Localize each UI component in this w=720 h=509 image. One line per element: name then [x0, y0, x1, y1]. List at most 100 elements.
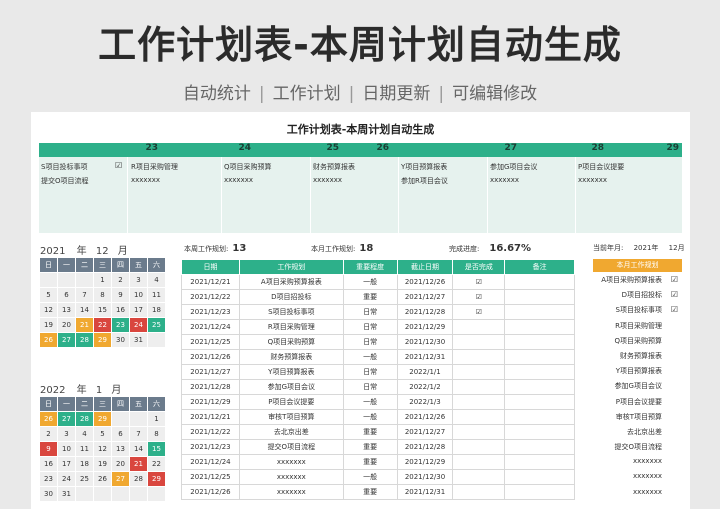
checkbox-icon[interactable]: ☑	[452, 304, 506, 320]
col-header-plan: 工作规划	[238, 259, 344, 275]
task-table: 日期 工作规划 重要程度 截止日期 是否完成 备注 2021/12/21 A项目采…	[181, 259, 575, 500]
cell-done[interactable]	[452, 484, 506, 500]
checkbox-icon[interactable]: ☑	[671, 275, 678, 284]
calendar-day[interactable]: 15	[148, 442, 165, 456]
checkbox-icon[interactable]: ☑	[671, 305, 678, 314]
calendar-day[interactable]: 15	[94, 303, 111, 317]
calendar-day[interactable]: 5	[40, 288, 57, 302]
calendar-day[interactable]: 18	[76, 457, 93, 471]
cell-done[interactable]	[452, 469, 506, 485]
calendar-day[interactable]: 20	[112, 457, 129, 471]
calendar-day[interactable]: 30	[112, 333, 129, 347]
calendar-day[interactable]: 1	[148, 412, 165, 426]
calendar-day[interactable]: 2	[112, 273, 129, 287]
cell-done[interactable]	[452, 454, 506, 470]
calendar-day[interactable]: 2	[40, 427, 57, 441]
calendar-day[interactable]: 26	[94, 472, 111, 486]
cell-done[interactable]	[452, 379, 506, 395]
calendar-day[interactable]	[148, 333, 165, 347]
calendar-day[interactable]: 29	[148, 472, 165, 486]
calendar-day[interactable]: 10	[130, 288, 147, 302]
calendar-day[interactable]: 29	[94, 412, 111, 426]
calendar-day[interactable]: 6	[58, 288, 75, 302]
calendar-day[interactable]: 8	[148, 427, 165, 441]
cell-deadline: 2022/1/1	[396, 364, 454, 380]
calendar-day[interactable]: 16	[40, 457, 57, 471]
calendar-day[interactable]: 7	[130, 427, 147, 441]
calendar-day[interactable]: 14	[130, 442, 147, 456]
cell-done[interactable]	[452, 394, 506, 410]
calendar-day[interactable]: 13	[58, 303, 75, 317]
calendar-day[interactable]: 3	[130, 273, 147, 287]
calendar-day[interactable]: 29	[94, 333, 111, 347]
calendar-day[interactable]: 18	[148, 303, 165, 317]
checkbox-icon[interactable]: ☑	[671, 290, 678, 299]
calendar-day[interactable]: 16	[112, 303, 129, 317]
cell-done[interactable]	[452, 409, 506, 425]
cell-done[interactable]	[452, 364, 506, 380]
checkbox-icon[interactable]: ☑	[452, 289, 506, 305]
calendar-day[interactable]	[112, 487, 129, 501]
calendar-day[interactable]: 28	[76, 412, 93, 426]
calendar-day[interactable]: 12	[40, 303, 57, 317]
calendar-day[interactable]: 1	[94, 273, 111, 287]
calendar-day[interactable]: 10	[58, 442, 75, 456]
calendar-day[interactable]: 12	[94, 442, 111, 456]
calendar-day[interactable]: 24	[130, 318, 147, 332]
calendar-day[interactable]	[130, 412, 147, 426]
calendar-day[interactable]	[40, 273, 57, 287]
calendar-day[interactable]: 27	[112, 472, 129, 486]
calendar-day[interactable]: 22	[94, 318, 111, 332]
calendar-day[interactable]: 11	[148, 288, 165, 302]
calendar-day[interactable]: 6	[112, 427, 129, 441]
calendar-day[interactable]: 21	[76, 318, 93, 332]
calendar-day[interactable]: 25	[76, 472, 93, 486]
calendar-day[interactable]: 27	[58, 412, 75, 426]
calendar-day[interactable]: 7	[76, 288, 93, 302]
calendar-day[interactable]: 23	[40, 472, 57, 486]
calendar-day[interactable]	[94, 487, 111, 501]
calendar-day[interactable]: 28	[76, 333, 93, 347]
calendar-day[interactable]: 4	[148, 273, 165, 287]
calendar-day[interactable]	[76, 487, 93, 501]
calendar-day[interactable]	[130, 487, 147, 501]
calendar-day[interactable]: 26	[40, 412, 57, 426]
calendar-day[interactable]: 9	[112, 288, 129, 302]
calendar-day[interactable]: 31	[130, 333, 147, 347]
calendar-day[interactable]: 31	[58, 487, 75, 501]
cell-done[interactable]	[452, 319, 506, 335]
calendar-day[interactable]: 11	[76, 442, 93, 456]
calendar-day[interactable]: 21	[130, 457, 147, 471]
calendar-day[interactable]: 30	[40, 487, 57, 501]
calendar-day[interactable]: 26	[40, 333, 57, 347]
calendar-day[interactable]	[148, 487, 165, 501]
cell-done[interactable]	[452, 424, 506, 440]
calendar-day[interactable]: 25	[148, 318, 165, 332]
calendar-day[interactable]	[76, 273, 93, 287]
calendar-day[interactable]: 22	[148, 457, 165, 471]
calendar-day[interactable]: 17	[58, 457, 75, 471]
calendar-day[interactable]: 3	[58, 427, 75, 441]
calendar-day[interactable]: 14	[76, 303, 93, 317]
calendar-day[interactable]	[58, 273, 75, 287]
week-item: xxxxxxx	[224, 176, 253, 184]
calendar-day[interactable]: 28	[130, 472, 147, 486]
calendar-day[interactable]: 8	[94, 288, 111, 302]
checkbox-icon[interactable]: ☑	[452, 274, 506, 290]
calendar-day[interactable]: 9	[40, 442, 57, 456]
calendar-day[interactable]: 5	[94, 427, 111, 441]
calendar-day[interactable]: 19	[40, 318, 57, 332]
calendar-day[interactable]: 23	[112, 318, 129, 332]
calendar-day[interactable]: 17	[130, 303, 147, 317]
cell-done[interactable]	[452, 439, 506, 455]
calendar-day[interactable]: 4	[76, 427, 93, 441]
cell-done[interactable]	[452, 349, 506, 365]
checkbox-icon[interactable]: ☑	[115, 161, 122, 170]
calendar-day[interactable]: 20	[58, 318, 75, 332]
calendar-day[interactable]: 13	[112, 442, 129, 456]
calendar-day[interactable]: 27	[58, 333, 75, 347]
cell-done[interactable]	[452, 334, 506, 350]
calendar-day[interactable]: 19	[94, 457, 111, 471]
calendar-day[interactable]	[112, 412, 129, 426]
calendar-day[interactable]: 24	[58, 472, 75, 486]
